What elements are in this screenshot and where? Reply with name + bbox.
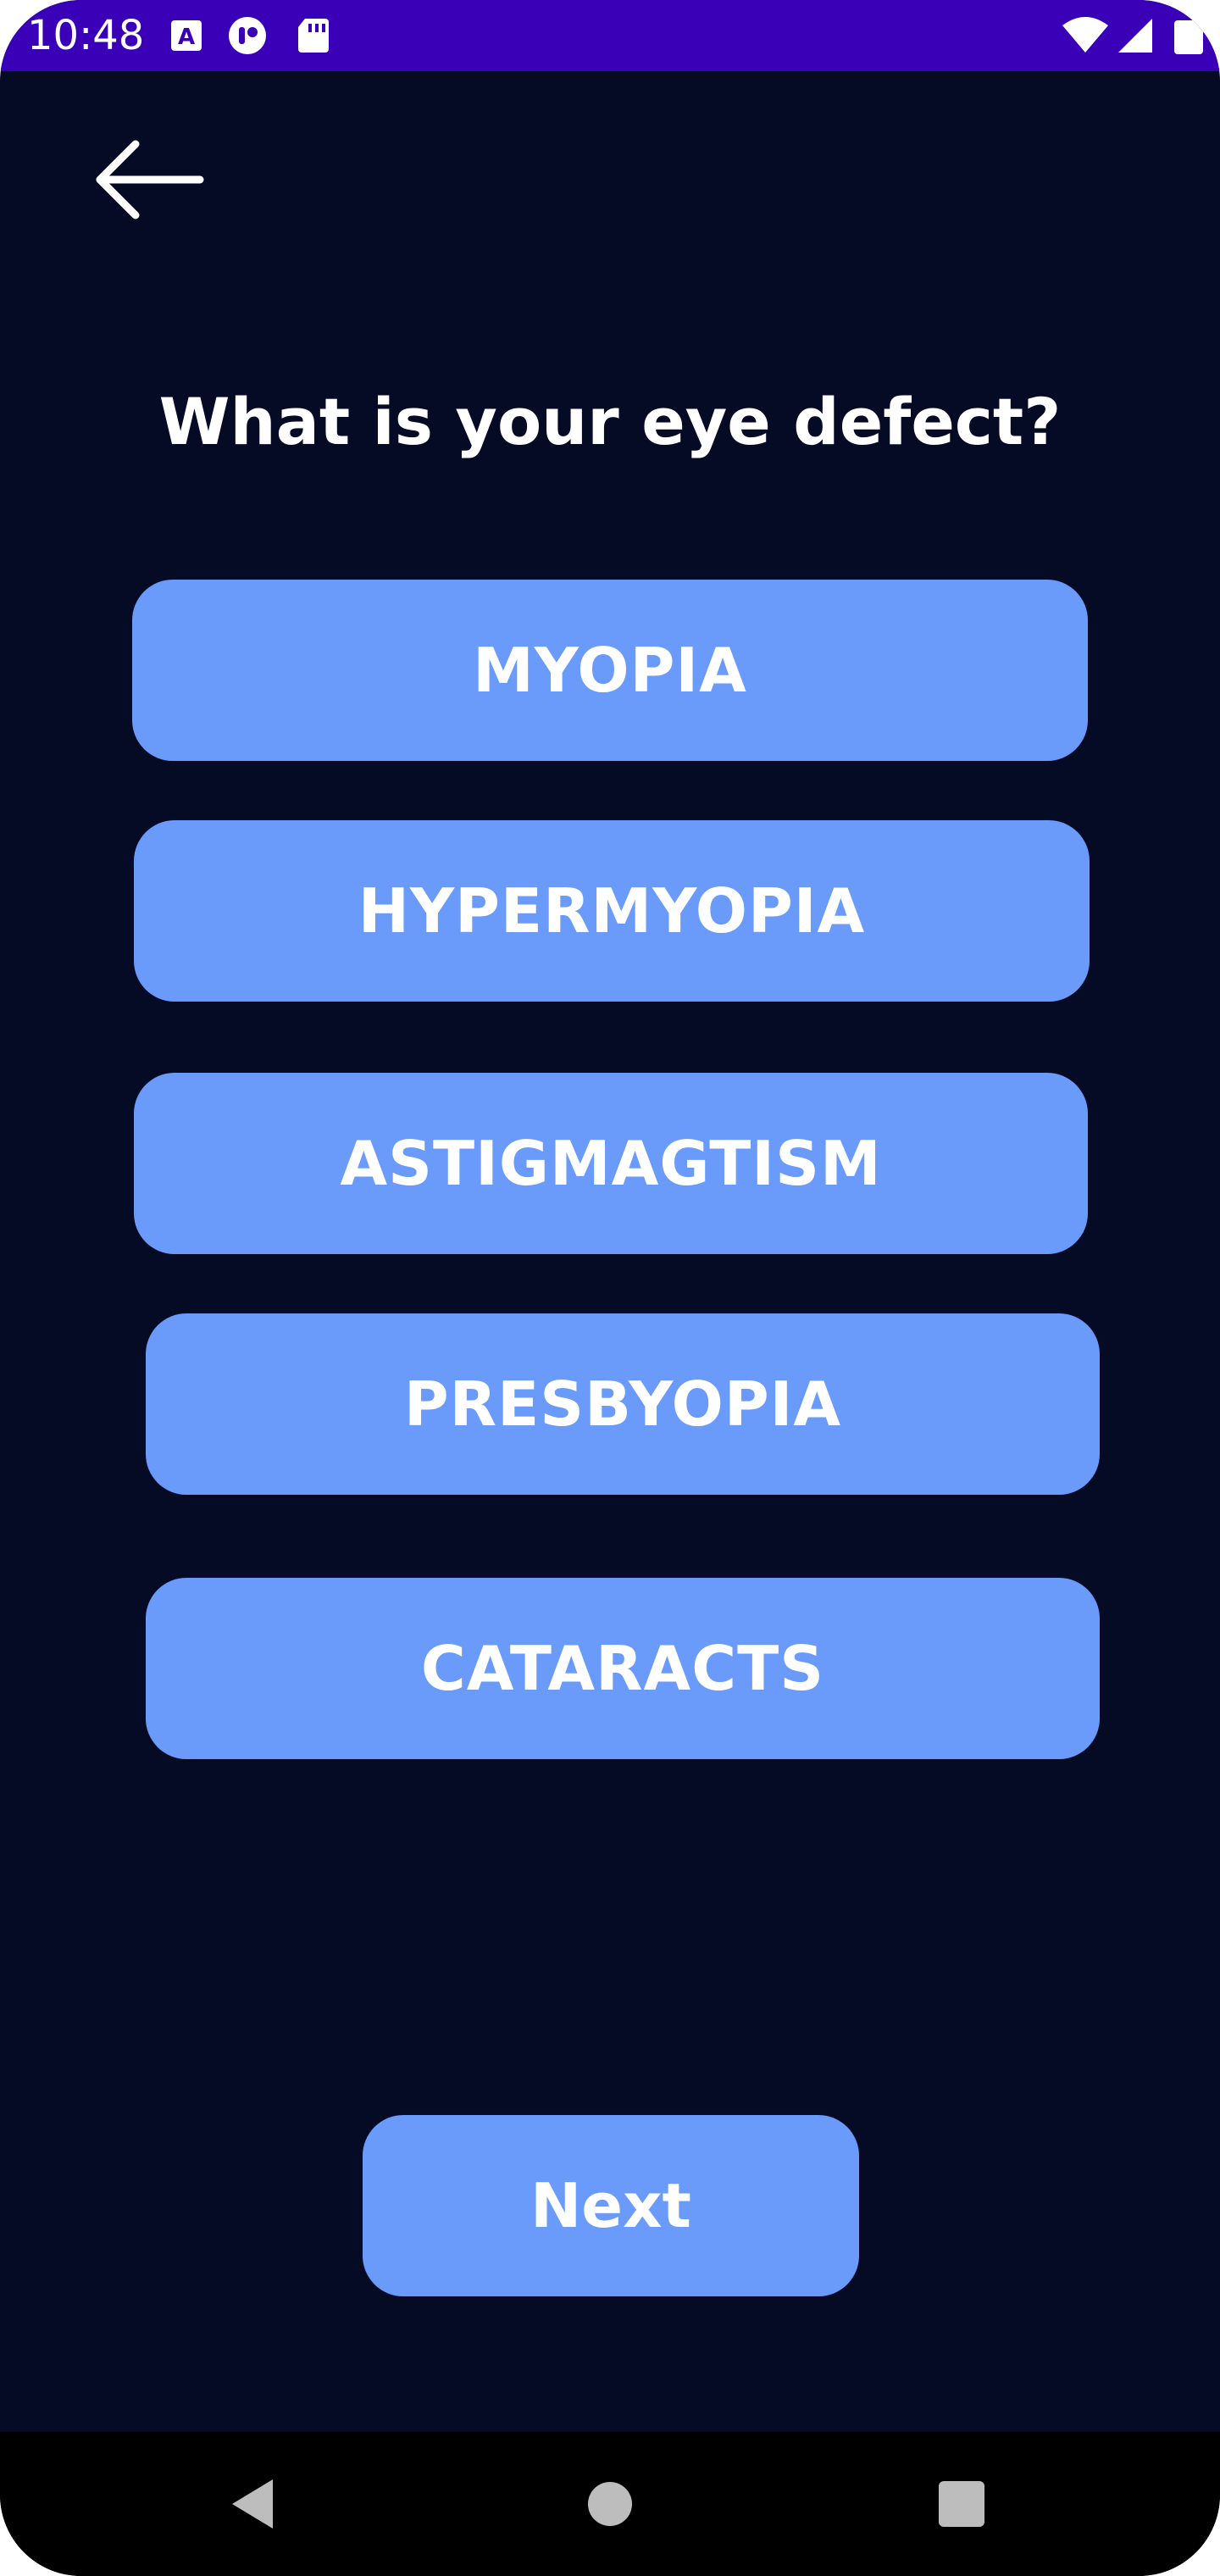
option-astigmatism-button[interactable]: ASTIGMAGTISM xyxy=(134,1073,1088,1254)
next-button-label: Next xyxy=(530,2170,691,2241)
sd-card-icon xyxy=(298,19,329,53)
next-button[interactable]: Next xyxy=(363,2115,859,2296)
option-label: CATARACTS xyxy=(420,1633,825,1704)
option-label: HYPERMYOPIA xyxy=(358,875,866,947)
option-hypermyopia-button[interactable]: HYPERMYOPIA xyxy=(134,820,1090,1002)
nav-home-icon[interactable] xyxy=(572,2466,648,2542)
podcast-app-icon xyxy=(229,17,266,54)
question-title: What is your eye defect? xyxy=(158,384,1062,459)
cellular-signal-icon xyxy=(1118,19,1152,53)
option-myopia-button[interactable]: MYOPIA xyxy=(132,580,1088,761)
option-label: PRESBYOPIA xyxy=(403,1368,842,1440)
option-label: ASTIGMAGTISM xyxy=(340,1128,882,1199)
status-time: 10:48 xyxy=(27,12,145,59)
app-screen: 10:48 A What is your eye defect? MYOPIA … xyxy=(0,0,1220,2576)
nav-recents-icon[interactable] xyxy=(923,2466,1000,2542)
a-notification-icon: A xyxy=(171,20,202,51)
option-presbyopia-button[interactable]: PRESBYOPIA xyxy=(146,1313,1100,1495)
option-label: MYOPIA xyxy=(473,635,747,706)
svg-text:A: A xyxy=(178,25,195,50)
status-bar: 10:48 A xyxy=(0,0,1220,71)
nav-back-icon[interactable] xyxy=(217,2466,293,2542)
back-arrow-icon xyxy=(96,140,204,219)
back-button[interactable] xyxy=(88,136,207,224)
navigation-bar xyxy=(0,2432,1220,2576)
wifi-icon xyxy=(1062,17,1108,53)
battery-icon xyxy=(1174,20,1203,54)
option-cataracts-button[interactable]: CATARACTS xyxy=(146,1578,1100,1759)
